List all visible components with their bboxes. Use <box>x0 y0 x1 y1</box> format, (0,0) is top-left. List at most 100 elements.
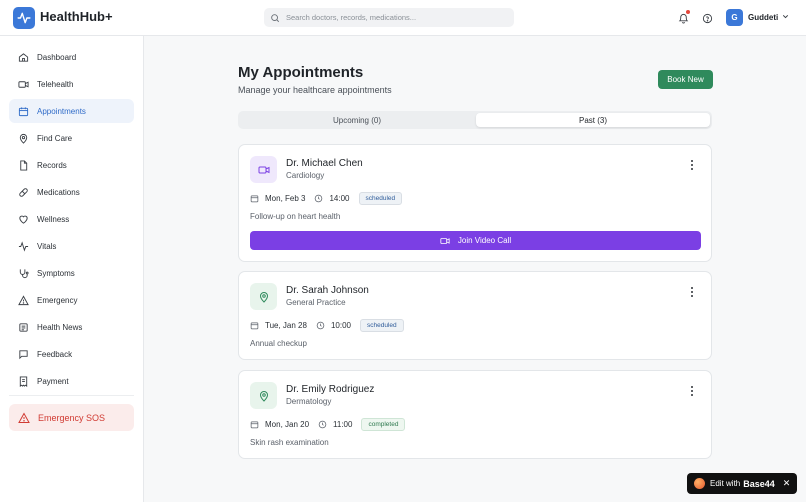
map-pin-icon <box>19 133 28 144</box>
video-icon <box>250 156 277 183</box>
search-icon <box>271 13 280 22</box>
sidebar-item-label: Payment <box>37 376 69 386</box>
sidebar-item-label: Symptoms <box>37 268 75 278</box>
user-name[interactable]: Guddeti <box>748 13 778 22</box>
doctor-name: Dr. Michael Chen <box>286 158 363 169</box>
sidebar: Dashboard Telehealth Appointments Find C… <box>0 36 144 502</box>
doctor-specialty: Dermatology <box>286 397 332 406</box>
appointment-meta: Mon, Jan 20 11:00 completed <box>250 417 406 431</box>
appointment-note: Skin rash examination <box>250 438 329 447</box>
logo-icon[interactable] <box>13 7 35 29</box>
sidebar-item-medications[interactable]: Medications <box>9 180 134 204</box>
receipt-icon <box>19 375 28 387</box>
bell-icon <box>678 13 688 24</box>
search-bar[interactable] <box>264 8 514 27</box>
sidebar-item-payment[interactable]: Payment <box>9 369 134 393</box>
calendar-icon <box>18 106 29 116</box>
doctor-name: Dr. Emily Rodriguez <box>286 384 375 395</box>
sidebar-item-telehealth[interactable]: Telehealth <box>9 72 134 96</box>
status-badge: scheduled <box>358 191 403 205</box>
calendar-icon <box>250 195 259 202</box>
sidebar-item-dashboard[interactable]: Dashboard <box>9 45 134 69</box>
doctor-name: Dr. Sarah Johnson <box>286 285 369 296</box>
sidebar-item-label: Dashboard <box>37 52 77 62</box>
app-name[interactable]: HealthHub+ <box>40 9 113 24</box>
newspaper-icon <box>19 322 28 332</box>
appointment-tabs: Upcoming (0) Past (3) <box>238 111 712 129</box>
tab-upcoming[interactable]: Upcoming (0) <box>240 113 474 127</box>
sidebar-item-label: Records <box>37 160 67 170</box>
clock-icon <box>316 321 325 329</box>
page-subtitle: Manage your healthcare appointments <box>238 85 392 95</box>
emergency-sos-label: Emergency SOS <box>38 412 106 423</box>
close-icon[interactable]: ✕ <box>783 478 791 489</box>
sidebar-item-emergency[interactable]: Emergency <box>9 288 134 312</box>
edit-with-base44-badge[interactable]: Edit with Base44 ✕ <box>687 473 797 494</box>
appointment-note: Annual checkup <box>250 339 307 348</box>
sidebar-divider <box>9 395 134 396</box>
sidebar-item-find-care[interactable]: Find Care <box>9 126 134 150</box>
join-video-call-button[interactable]: Join Video Call <box>250 231 701 250</box>
sidebar-item-appointments[interactable]: Appointments <box>9 99 134 123</box>
appointment-card: Dr. Emily Rodriguez Dermatology Mon, Jan… <box>238 370 712 459</box>
sidebar-item-label: Vitals <box>37 241 57 251</box>
calendar-icon <box>250 421 259 428</box>
status-badge: scheduled <box>359 318 404 332</box>
home-icon <box>18 52 29 62</box>
video-icon <box>18 80 29 88</box>
sidebar-item-feedback[interactable]: Feedback <box>9 342 134 366</box>
notification-dot <box>686 10 690 14</box>
sidebar-item-label: Health News <box>37 322 83 332</box>
edit-badge-prefix: Edit with <box>710 479 741 488</box>
top-bar: HealthHub+ G Guddeti <box>0 0 806 36</box>
appointment-date: Tue, Jan 28 <box>265 320 307 330</box>
page-title: My Appointments <box>238 64 364 81</box>
sidebar-item-label: Wellness <box>37 214 70 224</box>
sidebar-item-wellness[interactable]: Wellness <box>9 207 134 231</box>
avatar[interactable]: G <box>726 9 743 26</box>
more-options-icon[interactable] <box>689 287 695 297</box>
search-input[interactable] <box>286 13 506 22</box>
emergency-sos-button[interactable]: Emergency SOS <box>9 404 134 431</box>
help-button[interactable] <box>700 11 714 25</box>
map-pin-icon <box>250 283 277 310</box>
doctor-specialty: Cardiology <box>286 171 325 180</box>
appointment-date: Mon, Feb 3 <box>265 193 306 203</box>
appointment-time: 14:00 <box>329 193 350 203</box>
join-video-call-label: Join Video Call <box>457 236 512 245</box>
sidebar-item-vitals[interactable]: Vitals <box>9 234 134 258</box>
clock-icon <box>318 420 327 428</box>
more-options-icon[interactable] <box>689 386 695 396</box>
file-icon <box>20 159 28 171</box>
appointment-note: Follow-up on heart health <box>250 212 341 221</box>
heart-icon <box>19 215 28 224</box>
sidebar-item-label: Medications <box>37 187 80 197</box>
appointment-card: Dr. Sarah Johnson General Practice Tue, … <box>238 271 712 360</box>
sidebar-item-health-news[interactable]: Health News <box>9 315 134 339</box>
activity-icon <box>18 240 29 252</box>
status-badge: completed <box>361 417 406 431</box>
pill-icon <box>19 187 28 197</box>
sidebar-item-records[interactable]: Records <box>9 153 134 177</box>
sidebar-item-label: Find Care <box>37 133 73 143</box>
chevron-down-icon[interactable] <box>781 12 790 21</box>
sidebar-item-symptoms[interactable]: Symptoms <box>9 261 134 285</box>
sidebar-item-label: Feedback <box>37 349 73 359</box>
alert-triangle-icon <box>18 294 29 305</box>
sidebar-item-label: Appointments <box>37 106 86 116</box>
book-new-button[interactable]: Book New <box>658 70 713 89</box>
doctor-specialty: General Practice <box>286 298 346 307</box>
notification-button[interactable] <box>676 10 690 25</box>
help-circle-icon <box>702 13 712 23</box>
edit-badge-brand: Base44 <box>743 478 775 489</box>
appointment-date: Mon, Jan 20 <box>265 419 310 429</box>
more-options-icon[interactable] <box>689 160 695 170</box>
appointment-time: 11:00 <box>333 419 353 429</box>
alert-triangle-icon <box>18 411 30 423</box>
tab-past[interactable]: Past (3) <box>476 113 710 127</box>
map-pin-icon <box>250 382 277 409</box>
appointment-meta: Mon, Feb 3 14:00 scheduled <box>250 191 403 205</box>
appointment-card: Dr. Michael Chen Cardiology Mon, Feb 3 1… <box>238 144 712 262</box>
message-icon <box>19 349 28 359</box>
appointment-time: 10:00 <box>330 320 351 330</box>
